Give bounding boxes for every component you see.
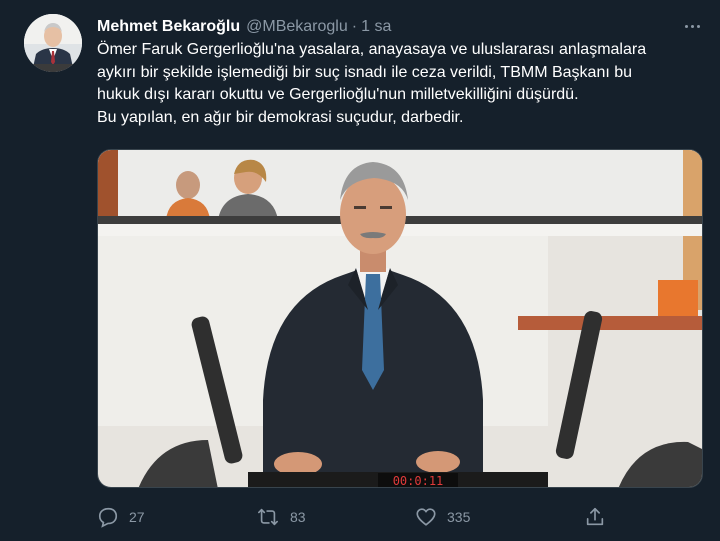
author-name[interactable]: Mehmet Bekaroğlu <box>97 18 240 36</box>
like-count: 335 <box>447 509 471 525</box>
retweet-count: 83 <box>290 509 306 525</box>
tweet-timestamp[interactable]: 1 sa <box>361 18 391 36</box>
podium-clock: 00:0:11 <box>393 474 444 488</box>
reply-button[interactable]: 27 <box>97 503 145 531</box>
tweet-header: Mehmet Bekaroğlu @MBekaroglu · 1 sa <box>97 16 391 38</box>
more-options-icon[interactable] <box>680 16 704 36</box>
tweet-card[interactable]: Mehmet Bekaroğlu @MBekaroglu · 1 sa Ömer… <box>0 0 720 541</box>
tweet-text-line: Ömer Faruk Gergerlioğlu'na yasalara, ana… <box>97 41 647 58</box>
tweet-actions: 27 83 335 <box>97 503 617 531</box>
share-button[interactable] <box>584 503 606 531</box>
reply-icon <box>97 506 119 528</box>
retweet-button[interactable]: 83 <box>256 503 306 531</box>
tweet-photo[interactable]: 00:0:11 <box>97 149 703 488</box>
tweet-text-line: aykırı bir şekilde işlemediği bir suç is… <box>97 63 633 81</box>
heart-icon <box>415 506 437 528</box>
tweet-text-line: Bu yapılan, en ağır bir demokrasi suçudu… <box>97 108 464 126</box>
author-handle[interactable]: @MBekaroglu <box>246 18 348 36</box>
retweet-icon <box>256 506 280 528</box>
tweet-text-line: hukuk dışı kararı okuttu ve Gergerlioğlu… <box>97 86 579 103</box>
tweet-text: Ömer Faruk Gergerlioğlu'na yasalara, ana… <box>97 39 709 129</box>
author-avatar[interactable] <box>24 14 82 72</box>
share-icon <box>584 506 606 528</box>
like-button[interactable]: 335 <box>415 503 470 531</box>
reply-count: 27 <box>129 509 145 525</box>
header-separator: · <box>351 18 358 35</box>
